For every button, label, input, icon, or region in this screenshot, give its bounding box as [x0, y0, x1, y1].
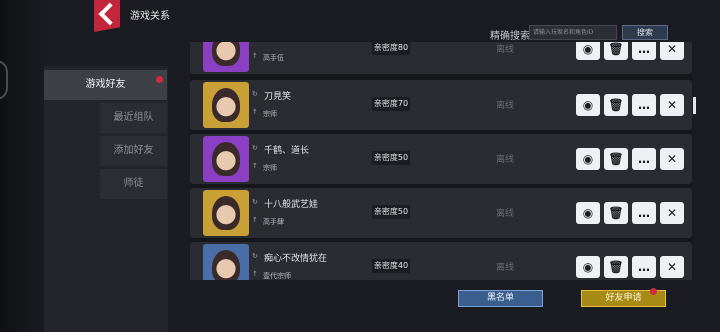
link-icon: ↻ — [252, 198, 258, 206]
friend-row[interactable]: ↻ 千鹤、道长 ↑ 宗师 亲密度50 离线 ◉ 🗑 … ✕ — [190, 134, 692, 184]
avatar[interactable] — [203, 244, 249, 280]
list-scrollbar[interactable] — [693, 97, 696, 114]
portrait-image — [212, 142, 240, 176]
avatar[interactable] — [203, 42, 249, 72]
friend-rank: 宗师 — [263, 110, 277, 118]
avatar[interactable] — [203, 136, 249, 182]
friend-list[interactable]: ↑ 高手伍 亲密度80 离线 ◉ 🗑 … ✕ ↻ 刀見笑 ↑ 宗师 亲密度70 … — [190, 42, 692, 280]
intimacy-badge: 亲密度80 — [372, 42, 410, 55]
left-edge-panel — [0, 0, 44, 332]
sidebar-item-label: 师徒 — [123, 178, 144, 189]
notification-dot — [156, 76, 163, 83]
avatar[interactable] — [203, 82, 249, 128]
record-icon[interactable]: ◉ — [576, 148, 600, 170]
online-status: 离线 — [496, 263, 515, 273]
trash-icon[interactable]: 🗑 — [604, 256, 628, 278]
online-status: 离线 — [496, 45, 515, 55]
friend-name: 刀見笑 — [264, 92, 292, 102]
chat-icon[interactable]: … — [632, 42, 656, 60]
intimacy-badge: 亲密度50 — [372, 151, 410, 165]
search-input[interactable] — [529, 25, 617, 40]
blacklist-button[interactable]: 黑名单 — [458, 290, 543, 307]
rank-arrow-icon: ↑ — [252, 52, 258, 60]
rank-arrow-icon: ↑ — [252, 216, 258, 224]
link-icon: ↻ — [252, 90, 258, 98]
friend-row[interactable]: ↻ 刀見笑 ↑ 宗师 亲密度70 离线 ◉ 🗑 … ✕ — [190, 80, 692, 130]
record-icon[interactable]: ◉ — [576, 42, 600, 60]
trash-icon[interactable]: 🗑 — [604, 148, 628, 170]
intimacy-badge: 亲密度40 — [372, 259, 410, 273]
sidebar-item-mentorship[interactable]: 师徒 — [100, 169, 167, 199]
sidebar-item-label: 添加好友 — [113, 145, 154, 156]
remove-friend-icon[interactable]: ✕ — [660, 256, 684, 278]
portrait-image — [212, 42, 240, 66]
friend-rank: 高手伍 — [263, 54, 284, 62]
trash-icon[interactable]: 🗑 — [604, 202, 628, 224]
friend-requests-label: 好友申请 — [605, 293, 642, 303]
chevron-left-icon — [98, 2, 120, 26]
back-button[interactable] — [94, 0, 120, 32]
remove-friend-icon[interactable]: ✕ — [660, 94, 684, 116]
friend-rank: 壹代宗师 — [263, 272, 291, 280]
page-title: 游戏关系 — [130, 11, 170, 22]
rank-arrow-icon: ↑ — [252, 270, 258, 278]
portrait-image — [212, 88, 240, 122]
trash-icon[interactable]: 🗑 — [604, 94, 628, 116]
trash-icon[interactable]: 🗑 — [604, 42, 628, 60]
notification-dot — [650, 288, 657, 295]
friend-name: 十八般武艺娃 — [264, 200, 319, 210]
search-label: 精确搜索 — [490, 31, 530, 42]
avatar[interactable] — [203, 190, 249, 236]
online-status: 离线 — [496, 155, 515, 165]
record-icon[interactable]: ◉ — [576, 202, 600, 224]
remove-friend-icon[interactable]: ✕ — [660, 42, 684, 60]
remove-friend-icon[interactable]: ✕ — [660, 202, 684, 224]
intimacy-badge: 亲密度70 — [372, 97, 410, 111]
chat-icon[interactable]: … — [632, 94, 656, 116]
sidebar-item-recent-team[interactable]: 最近组队 — [100, 103, 167, 133]
online-status: 离线 — [496, 209, 515, 219]
chat-icon[interactable]: … — [632, 256, 656, 278]
friend-name: 千鹤、道长 — [264, 146, 310, 156]
record-icon[interactable]: ◉ — [576, 256, 600, 278]
rank-arrow-icon: ↑ — [252, 162, 258, 170]
remove-friend-icon[interactable]: ✕ — [660, 148, 684, 170]
friend-rank: 高手肆 — [263, 218, 284, 226]
chat-icon[interactable]: … — [632, 202, 656, 224]
friend-row[interactable]: ↑ 高手伍 亲密度80 离线 ◉ 🗑 … ✕ — [190, 42, 692, 74]
friend-name: 痴心不改情犹在 — [264, 254, 328, 264]
sidebar-item-add-friend[interactable]: 添加好友 — [100, 136, 167, 166]
sidebar-item-friends[interactable]: 游戏好友 — [44, 70, 167, 100]
friend-requests-button[interactable]: 好友申请 — [581, 288, 666, 307]
online-status: 离线 — [496, 101, 515, 111]
rank-arrow-icon: ↑ — [252, 108, 258, 116]
search-button[interactable]: 搜索 — [622, 25, 668, 40]
portrait-image — [212, 196, 240, 230]
intimacy-badge: 亲密度50 — [372, 205, 410, 219]
chat-icon[interactable]: … — [632, 148, 656, 170]
sidebar-item-label: 最近组队 — [113, 112, 154, 123]
friend-row[interactable]: ↻ 痴心不改情犹在 ↑ 壹代宗师 亲密度40 离线 ◉ 🗑 … ✕ — [190, 242, 692, 280]
friend-rank: 宗师 — [263, 164, 277, 172]
friend-row[interactable]: ↻ 十八般武艺娃 ↑ 高手肆 亲密度50 离线 ◉ 🗑 … ✕ — [190, 188, 692, 238]
portrait-image — [212, 250, 240, 280]
link-icon: ↻ — [252, 252, 258, 260]
link-icon: ↻ — [252, 144, 258, 152]
sidebar-item-label: 游戏好友 — [85, 79, 126, 90]
record-icon[interactable]: ◉ — [576, 94, 600, 116]
